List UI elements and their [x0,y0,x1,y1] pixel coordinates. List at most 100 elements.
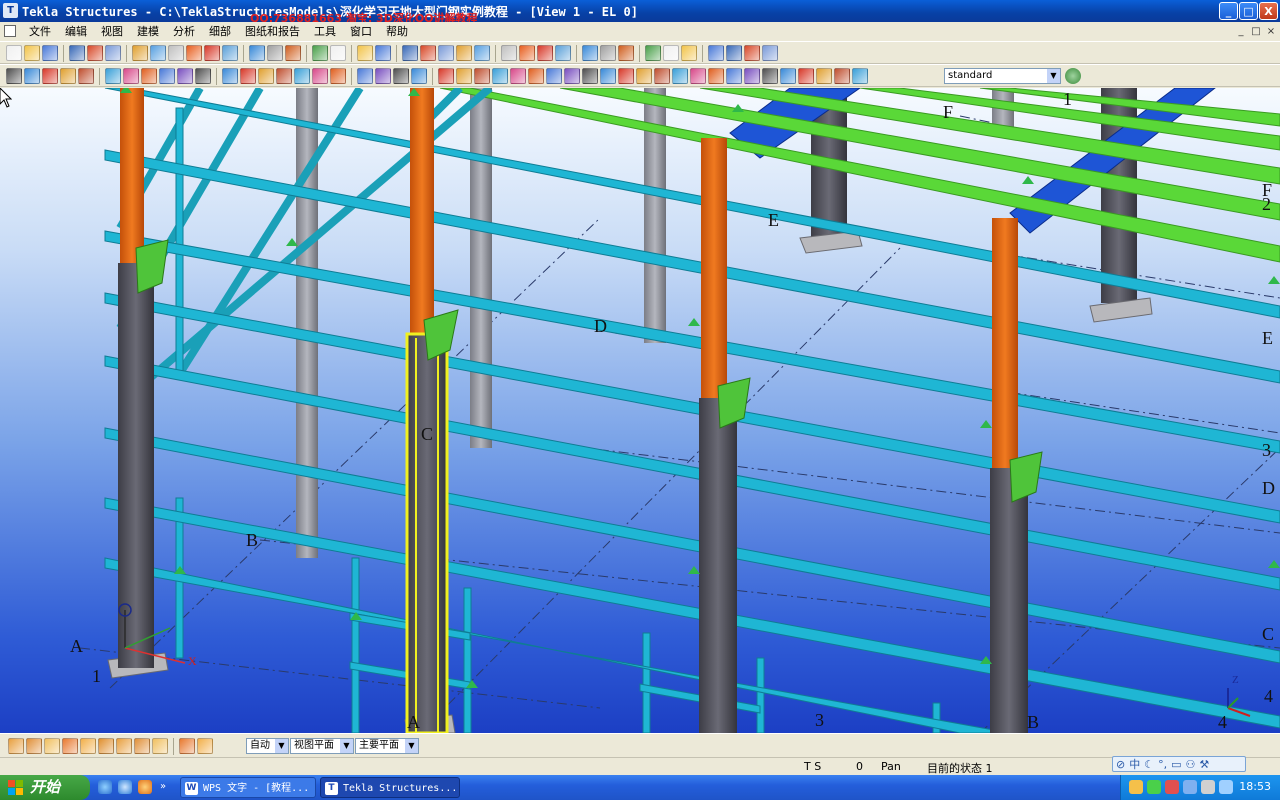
toolbar-tool-icon[interactable] [105,45,121,61]
user-icon[interactable]: ⚇ [1186,758,1196,771]
toolbar-tool-icon[interactable] [474,45,490,61]
toolbar-tool-icon[interactable] [411,68,427,84]
toolbar-tool-icon[interactable] [159,68,175,84]
toolbar-tool-icon[interactable] [24,68,40,84]
toolbar-tool-icon[interactable] [645,45,661,61]
toolbar-tool-icon[interactable] [204,45,220,61]
toolbar-tool-icon[interactable] [197,738,213,754]
toolbar-tool-icon[interactable] [24,45,40,61]
toolbar-tool-icon[interactable] [438,45,454,61]
toolbar-tool-icon[interactable] [375,45,391,61]
toolbar-tool-icon[interactable] [123,68,139,84]
ime-mode-icon[interactable]: ⊘ [1116,758,1125,771]
toolbar-tool-icon[interactable] [663,45,679,61]
toolbar-tool-icon[interactable] [708,45,724,61]
toolbar-tool-icon[interactable] [240,68,256,84]
toolbar-tool-icon[interactable] [816,68,832,84]
toolbar-tool-icon[interactable] [60,68,76,84]
toolbar-tool-icon[interactable] [179,738,195,754]
toolbar-tool-icon[interactable] [312,68,328,84]
snap-mode-select[interactable]: 自动 ▼ [246,738,289,754]
toolbar-tool-icon[interactable] [744,68,760,84]
work-plane-select[interactable]: 视图平面 ▼ [290,738,354,754]
toolbar-tool-icon[interactable] [501,45,517,61]
toolbar-tool-icon[interactable] [258,68,274,84]
toolbar-tool-icon[interactable] [780,68,796,84]
menu-item-8[interactable]: 窗口 [343,24,379,39]
wrench-icon[interactable]: ⚒ [1199,758,1209,771]
chevron-down-icon[interactable]: ▼ [340,739,353,753]
toolbar-tool-icon[interactable] [267,45,283,61]
task-button-wps[interactable]: W WPS 文字 - [教程... [180,777,316,798]
toolbar-tool-icon[interactable] [726,68,742,84]
toolbar-tool-icon[interactable] [78,68,94,84]
toolbar-tool-icon[interactable] [555,45,571,61]
toolbar-tool-icon[interactable] [537,45,553,61]
toolbar-tool-icon[interactable] [456,45,472,61]
chevron-down-icon[interactable]: ▼ [405,739,418,753]
window-title-bar[interactable]: T Tekla Structures - C:\TeklaStructuresM… [0,0,1280,25]
toolbar-tool-icon[interactable] [708,68,724,84]
toolbar-tool-icon[interactable] [150,45,166,61]
filter-settings-icon[interactable] [1065,68,1081,84]
toolbar-tool-icon[interactable] [519,45,535,61]
toolbar-tool-icon[interactable] [330,68,346,84]
toolbar-tool-icon[interactable] [152,738,168,754]
toolbar-tool-icon[interactable] [80,738,96,754]
toolbar-tool-icon[interactable] [186,45,202,61]
menu-item-9[interactable]: 帮助 [379,24,415,39]
toolbar-tool-icon[interactable] [798,68,814,84]
toolbar-tool-icon[interactable] [134,738,150,754]
toolbar-tool-icon[interactable] [285,45,301,61]
toolbar-tool-icon[interactable] [393,68,409,84]
toolbar-tool-icon[interactable] [42,45,58,61]
mdi-minimize-button[interactable]: _ [1234,25,1248,38]
toolbar-tool-icon[interactable] [116,738,132,754]
toolbar-tool-icon[interactable] [636,68,652,84]
toolbar-tool-icon[interactable] [312,45,328,61]
toolbar-tool-icon[interactable] [249,45,265,61]
show-desktop-icon[interactable] [118,780,132,794]
document-icon[interactable] [4,25,16,37]
close-button[interactable]: X [1259,2,1278,20]
toolbar-tool-icon[interactable] [852,68,868,84]
toolbar-tool-icon[interactable] [528,68,544,84]
tray-icon-3[interactable] [1165,780,1179,794]
menu-item-6[interactable]: 图纸和报告 [238,24,307,39]
toolbar-tool-icon[interactable] [618,45,634,61]
toolbar-tool-icon[interactable] [177,68,193,84]
toolbar-tool-icon[interactable] [834,68,850,84]
toolbar-tool-icon[interactable] [681,45,697,61]
toolbar-tool-icon[interactable] [42,68,58,84]
model-view-3d[interactable]: A 1 B C D E F 1 F 2 E 3 D C 3 4 4 A B Z … [0,88,1280,733]
chevron-down-icon[interactable]: ▼ [275,739,288,753]
toolbar-tool-icon[interactable] [222,68,238,84]
toolbar-tool-icon[interactable] [654,68,670,84]
toolbar-tool-icon[interactable] [438,68,454,84]
toolbar-tool-icon[interactable] [62,738,78,754]
toolbar-tool-icon[interactable] [105,68,121,84]
toolbar-tool-icon[interactable] [132,45,148,61]
menu-item-5[interactable]: 细部 [202,24,238,39]
menu-item-2[interactable]: 视图 [94,24,130,39]
toolbar-tool-icon[interactable] [690,68,706,84]
toolbar-tool-icon[interactable] [6,68,22,84]
toolbar-tool-icon[interactable] [546,68,562,84]
toolbar-tool-icon[interactable] [330,45,346,61]
moon-icon[interactable]: ☾ [1144,758,1154,771]
toolbar-tool-icon[interactable] [294,68,310,84]
toolbar-tool-icon[interactable] [402,45,418,61]
start-button[interactable]: 开始 [0,775,90,800]
menu-item-4[interactable]: 分析 [166,24,202,39]
ie-icon[interactable] [98,780,112,794]
menu-item-0[interactable]: 文件 [22,24,58,39]
menu-item-3[interactable]: 建模 [130,24,166,39]
toolbar-tool-icon[interactable] [456,68,472,84]
toolbar-tool-icon[interactable] [69,45,85,61]
tray-icon-4[interactable] [1183,780,1197,794]
toolbar-tool-icon[interactable] [26,738,42,754]
toolbar-tool-icon[interactable] [600,68,616,84]
toolbar-tool-icon[interactable] [618,68,634,84]
keyboard-icon[interactable]: ▭ [1171,758,1181,771]
toolbar-tool-icon[interactable] [8,738,24,754]
